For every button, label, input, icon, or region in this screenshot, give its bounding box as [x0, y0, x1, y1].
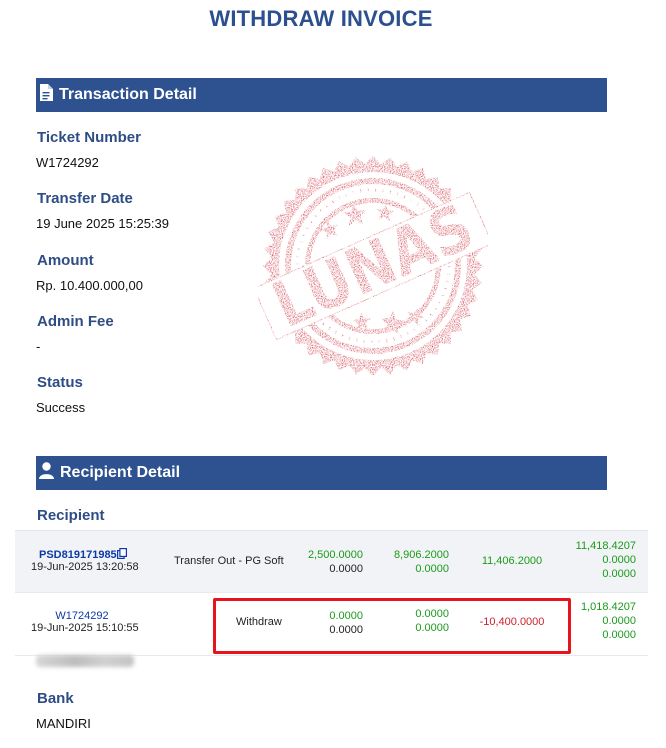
table-row: PSD819171985 19-Jun-2025 13:20:58 Transf… [15, 530, 648, 593]
balance-middle: 0.0000 [602, 615, 636, 627]
ticket-number-label: Ticket Number [37, 129, 141, 146]
bank-value: MANDIRI [36, 716, 91, 731]
balance-middle: 0.0000 [602, 554, 636, 566]
amount-col1-top: 2,500.0000 [307, 549, 363, 561]
recipient-detail-header: Recipient Detail [36, 456, 607, 490]
highlight-box [213, 598, 571, 654]
transaction-detail-header: Transaction Detail [36, 78, 607, 112]
amount-value: Rp. 10.400.000,00 [36, 278, 143, 293]
amount-col2-top: 8,906.2000 [393, 549, 449, 561]
recipient-detail-title: Recipient Detail [60, 464, 181, 481]
amount-col1: 2,500.0000 0.0000 [285, 548, 363, 576]
transfer-date-value: 19 June 2025 15:25:39 [36, 216, 170, 231]
lunas-stamp: LUNAS [253, 152, 493, 380]
amount-label: Amount [37, 252, 94, 269]
recipient-label: Recipient [37, 507, 105, 524]
balance-top: 11,418.4207 [575, 540, 636, 552]
page-title: WITHDRAW INVOICE [209, 6, 433, 31]
balance-bottom: 0.0000 [602, 568, 636, 580]
document-icon [39, 84, 59, 106]
transaction-detail-title: Transaction Detail [59, 86, 197, 103]
admin-fee-value: - [36, 339, 41, 354]
bank-label: Bank [37, 690, 74, 707]
transaction-type: Transfer Out - PG Soft [174, 555, 284, 567]
ticket-number-value: W1724292 [36, 155, 99, 170]
balance-col: 11,418.4207 0.0000 0.0000 [561, 539, 636, 581]
balance-bottom: 0.0000 [602, 629, 636, 641]
status-label: Status [37, 374, 83, 391]
balance-top: 1,018.4207 [580, 601, 636, 613]
status-value: Success [36, 400, 86, 415]
balance-col: 1,018.4207 0.0000 0.0000 [561, 600, 636, 642]
admin-fee-label: Admin Fee [37, 313, 114, 330]
amount-col2-bottom: 0.0000 [415, 563, 449, 575]
transfer-date-label: Transfer Date [37, 190, 133, 207]
user-icon [39, 462, 60, 484]
transaction-datetime: 19-Jun-2025 13:20:58 [31, 561, 139, 573]
redacted-text [36, 655, 134, 667]
amount-col3: 11,406.2000 [481, 555, 543, 567]
amount-col2: 8,906.2000 0.0000 [371, 548, 449, 576]
amount-col1-bottom: 0.0000 [329, 563, 363, 575]
transaction-datetime: 19-Jun-2025 15:10:55 [31, 622, 139, 634]
